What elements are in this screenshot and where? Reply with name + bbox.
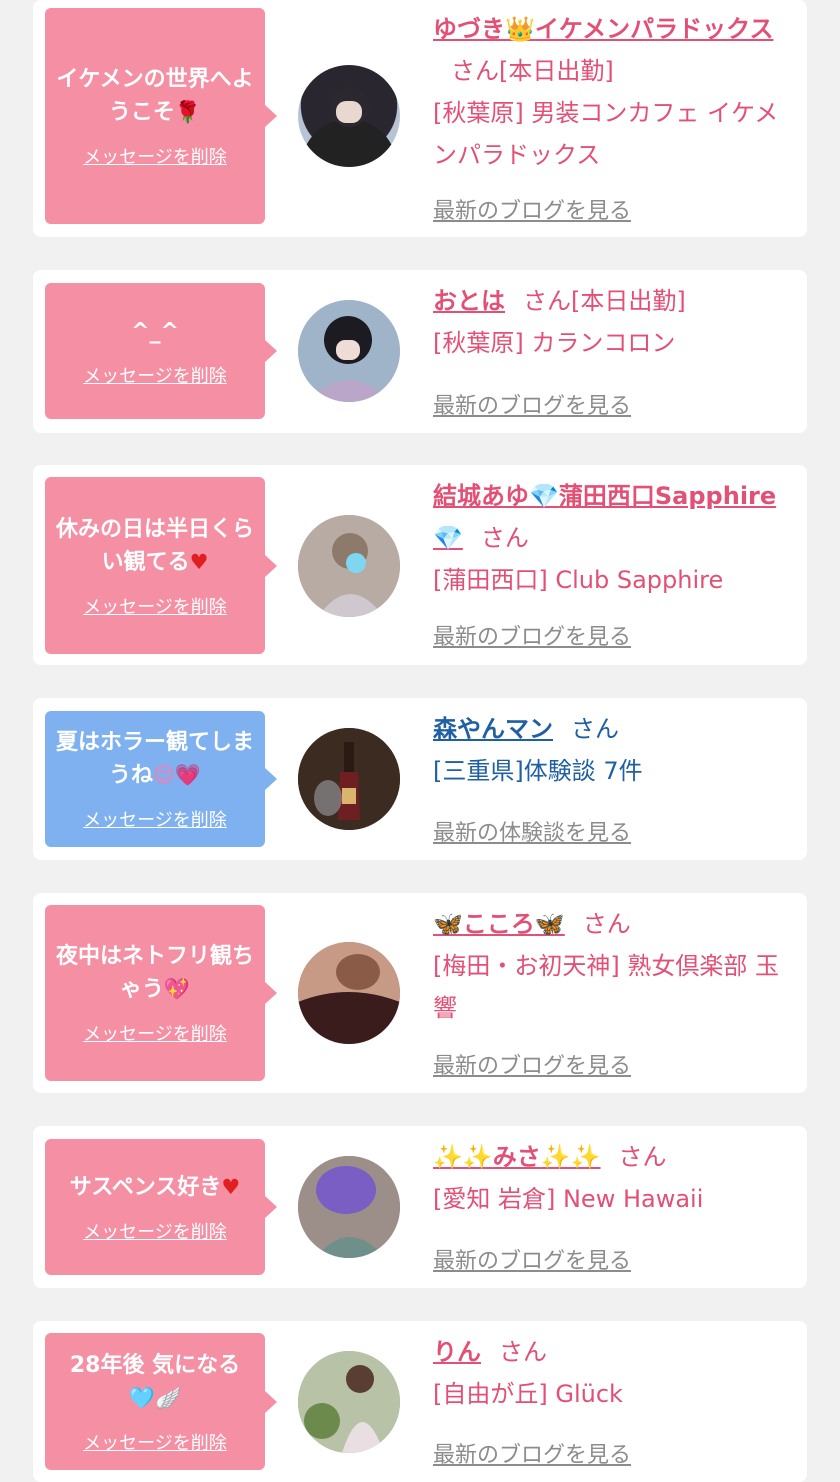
name-line: りん さん	[433, 1331, 793, 1373]
delete-message-link[interactable]: メッセージを削除	[83, 1020, 227, 1046]
profile-info: 結城あゆ💎蒲田西口Sapphire 💎 さん [蒲田西口] Club Sapphir…	[433, 475, 793, 601]
message-card: ^_^ メッセージを削除 おとは さん[本日出勤] [秋葉原] カランコロン 最新…	[33, 270, 807, 433]
avatar[interactable]	[298, 1156, 400, 1258]
message-card: サスペンス好き♥ メッセージを削除 ✨✨みさ✨✨ さん [愛知 岩倉] New H…	[33, 1126, 807, 1288]
honorific: さん	[499, 1338, 547, 1366]
avatar[interactable]	[298, 300, 400, 402]
message-text: イケメンの世界へようこそ🌹	[56, 67, 254, 125]
message-text: 28年後 気になる 🩵🪽	[69, 1352, 241, 1410]
profile-name-link[interactable]: 🦋こころ🦋	[433, 910, 565, 938]
gem-icon: 💎	[433, 524, 463, 552]
profile-info: ゆづき👑イケメンパラドックスさん[本日出勤] [秋葉原] 男装コンカフェ イケメ…	[433, 8, 793, 176]
profile-info: りん さん [自由が丘] Glück	[433, 1331, 793, 1415]
honorific: さん	[618, 1143, 667, 1171]
latest-blog-link[interactable]: 最新のブログを見る	[433, 619, 631, 651]
butterfly-icon: 🦋	[534, 910, 565, 938]
profile-info: おとは さん[本日出勤] [秋葉原] カランコロン	[433, 280, 793, 364]
message-text: 休みの日は半日くらい観てる♥	[55, 516, 254, 575]
crown-icon: 👑	[505, 15, 535, 43]
sparkles-icon: ✨✨	[540, 1143, 601, 1171]
avatar[interactable]	[298, 515, 400, 617]
heart-icon: ♥	[189, 549, 209, 574]
avatar[interactable]	[298, 1351, 400, 1453]
avatar[interactable]	[298, 728, 400, 830]
message-text: 夜中はネトフリ観ちゃう💖	[55, 944, 254, 1002]
honorific: さん	[480, 524, 529, 552]
shop-info: [三重県]体験談 7件	[433, 757, 643, 785]
message-bubble: 夜中はネトフリ観ちゃう💖 メッセージを削除	[45, 905, 277, 1081]
latest-review-link[interactable]: 最新の体験談を見る	[433, 815, 631, 847]
message-text: サスペンス好き♥	[69, 1174, 241, 1200]
message-card: 休みの日は半日くらい観てる♥ メッセージを削除 結城あゆ💎蒲田西口Sapphir…	[33, 465, 807, 665]
attendance-status: [本日出勤]	[499, 57, 614, 85]
honorific: さん	[571, 715, 619, 743]
avatar[interactable]	[298, 65, 400, 167]
butterfly-icon: 🦋	[433, 910, 463, 938]
message-card: 夏はホラー観てしまうね😌💗 メッセージを削除 森やんマン さん [三重県]体験談 …	[33, 698, 807, 860]
delete-message-link[interactable]: メッセージを削除	[83, 806, 227, 832]
sparkles-icon: ✨✨	[433, 1143, 493, 1171]
shop-info: [秋葉原] カランコロン	[433, 329, 676, 357]
honorific: さん	[451, 57, 499, 85]
delete-message-link[interactable]: メッセージを削除	[83, 143, 227, 169]
profile-info: 森やんマン さん [三重県]体験談 7件	[433, 708, 793, 792]
profile-name-link[interactable]: ゆづき👑イケメンパラドックス	[433, 15, 773, 43]
sparkling-heart-icon: 💖	[163, 977, 191, 1001]
message-bubble: ^_^ メッセージを削除	[45, 283, 277, 419]
message-card: 28年後 気になる 🩵🪽 メッセージを削除 りん さん [自由が丘] Glück 最…	[33, 1321, 807, 1482]
message-card: イケメンの世界へようこそ🌹 メッセージを削除 ゆづき👑イケメンパラドックスさん[…	[33, 0, 807, 237]
delete-message-link[interactable]: メッセージを削除	[83, 593, 227, 619]
shop-info: [蒲田西口] Club Sapphire	[433, 566, 724, 594]
profile-name-link[interactable]: ✨✨みさ✨✨	[433, 1143, 601, 1171]
name-line: ゆづき👑イケメンパラドックスさん[本日出勤]	[433, 8, 793, 92]
profile-info: ✨✨みさ✨✨ さん [愛知 岩倉] New Hawaii	[433, 1136, 793, 1220]
profile-name-link[interactable]: 森やんマン	[433, 715, 553, 743]
message-bubble: 28年後 気になる 🩵🪽 メッセージを削除	[45, 1333, 277, 1470]
latest-blog-link[interactable]: 最新のブログを見る	[433, 1437, 631, 1469]
latest-blog-link[interactable]: 最新のブログを見る	[433, 1048, 631, 1080]
latest-blog-link[interactable]: 最新のブログを見る	[433, 1243, 631, 1275]
heart-wing-icon: 🩵🪽	[128, 1385, 182, 1410]
message-bubble: 休みの日は半日くらい観てる♥ メッセージを削除	[45, 477, 277, 654]
shop-info: [愛知 岩倉] New Hawaii	[433, 1185, 704, 1213]
avatar[interactable]	[298, 942, 400, 1044]
name-line: 🦋こころ🦋 さん	[433, 903, 793, 945]
message-text: 夏はホラー観てしまうね😌💗	[55, 730, 254, 788]
profile-name-link[interactable]: りん	[433, 1338, 481, 1366]
smile-heart-icon: 😌💗	[152, 763, 202, 787]
latest-blog-link[interactable]: 最新のブログを見る	[433, 193, 631, 225]
message-card: 夜中はネトフリ観ちゃう💖 メッセージを削除 🦋こころ🦋 さん [梅田・お初天神] …	[33, 893, 807, 1093]
delete-message-link[interactable]: メッセージを削除	[83, 1218, 227, 1244]
latest-blog-link[interactable]: 最新のブログを見る	[433, 388, 631, 420]
delete-message-link[interactable]: メッセージを削除	[83, 1429, 227, 1455]
rose-icon: 🌹	[174, 100, 202, 124]
shop-info: [自由が丘] Glück	[433, 1380, 623, 1408]
message-bubble: 夏はホラー観てしまうね😌💗 メッセージを削除	[45, 711, 277, 847]
message-bubble: サスペンス好き♥ メッセージを削除	[45, 1139, 277, 1275]
honorific: さん	[523, 287, 571, 315]
attendance-status: [本日出勤]	[571, 287, 686, 315]
honorific: さん	[582, 910, 631, 938]
profile-info: 🦋こころ🦋 さん [梅田・お初天神] 熟女倶楽部 玉響	[433, 903, 793, 1029]
name-line: 森やんマン さん	[433, 708, 793, 750]
message-text: ^_^	[131, 318, 179, 344]
name-line: おとは さん[本日出勤]	[433, 280, 793, 322]
name-line: ✨✨みさ✨✨ さん	[433, 1136, 793, 1178]
profile-name-link[interactable]: おとは	[433, 287, 505, 315]
heart-icon: ♥	[221, 1174, 241, 1199]
delete-message-link[interactable]: メッセージを削除	[83, 362, 227, 388]
shop-info: [梅田・お初天神] 熟女倶楽部 玉響	[433, 952, 779, 1022]
name-line: 結城あゆ💎蒲田西口Sapphire 💎 さん	[433, 475, 793, 559]
gem-icon: 💎	[529, 482, 559, 510]
shop-info: [秋葉原] 男装コンカフェ イケメンパラドックス	[433, 99, 779, 169]
message-bubble: イケメンの世界へようこそ🌹 メッセージを削除	[45, 8, 277, 224]
